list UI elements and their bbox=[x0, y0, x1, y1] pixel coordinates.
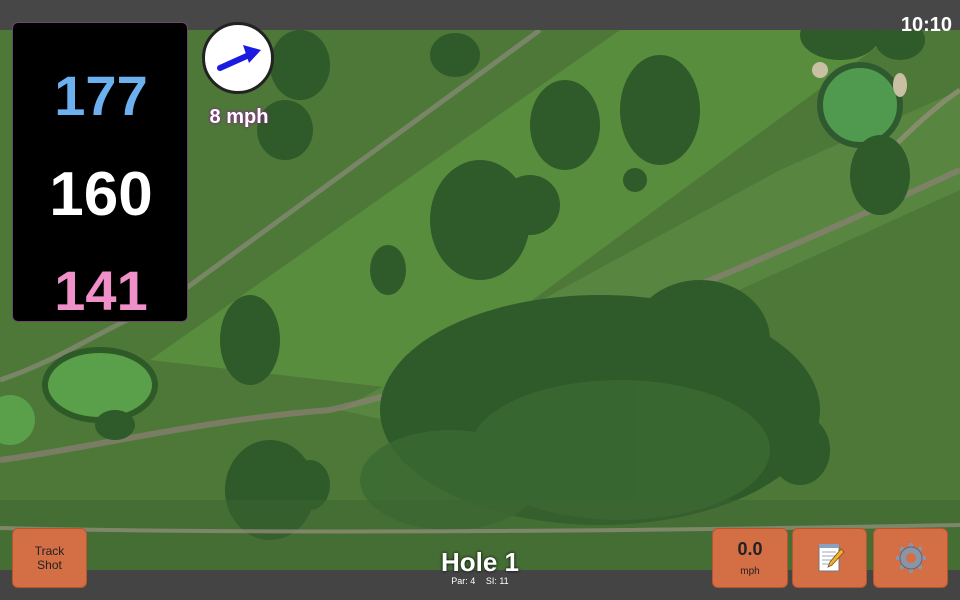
speed-unit: mph bbox=[740, 566, 760, 577]
distance-panel: 177 160 141 bbox=[12, 22, 188, 322]
back-distance: 177 bbox=[54, 64, 148, 127]
wind-arrow-icon bbox=[217, 45, 261, 71]
hole-stroke-index: SI: 11 bbox=[485, 576, 509, 586]
front-distance: 141 bbox=[54, 259, 148, 322]
hole-par: Par: 4 bbox=[451, 576, 476, 586]
track-shot-button[interactable]: Track Shot bbox=[12, 528, 87, 588]
wind-speed-label: 8 mph bbox=[209, 106, 269, 128]
middle-distance: 160 bbox=[49, 160, 153, 229]
track-shot-label-line1: Track bbox=[34, 544, 65, 558]
speed-value: 0.0 bbox=[737, 539, 763, 559]
wind-indicator bbox=[202, 22, 274, 94]
settings-button[interactable] bbox=[873, 528, 948, 588]
gear-icon bbox=[895, 543, 926, 573]
hole-details: Par: 4 SI: 11 bbox=[380, 576, 580, 587]
hole-info: Hole 1 Par: 4 SI: 11 bbox=[380, 548, 580, 587]
track-shot-label-line2: Shot bbox=[37, 558, 62, 572]
hole-title: Hole 1 bbox=[440, 547, 520, 577]
notes-button[interactable] bbox=[792, 528, 867, 588]
notepad-icon bbox=[818, 544, 845, 572]
speed-button[interactable]: 0.0 mph bbox=[712, 528, 788, 588]
status-clock: 10:10 bbox=[900, 14, 952, 36]
